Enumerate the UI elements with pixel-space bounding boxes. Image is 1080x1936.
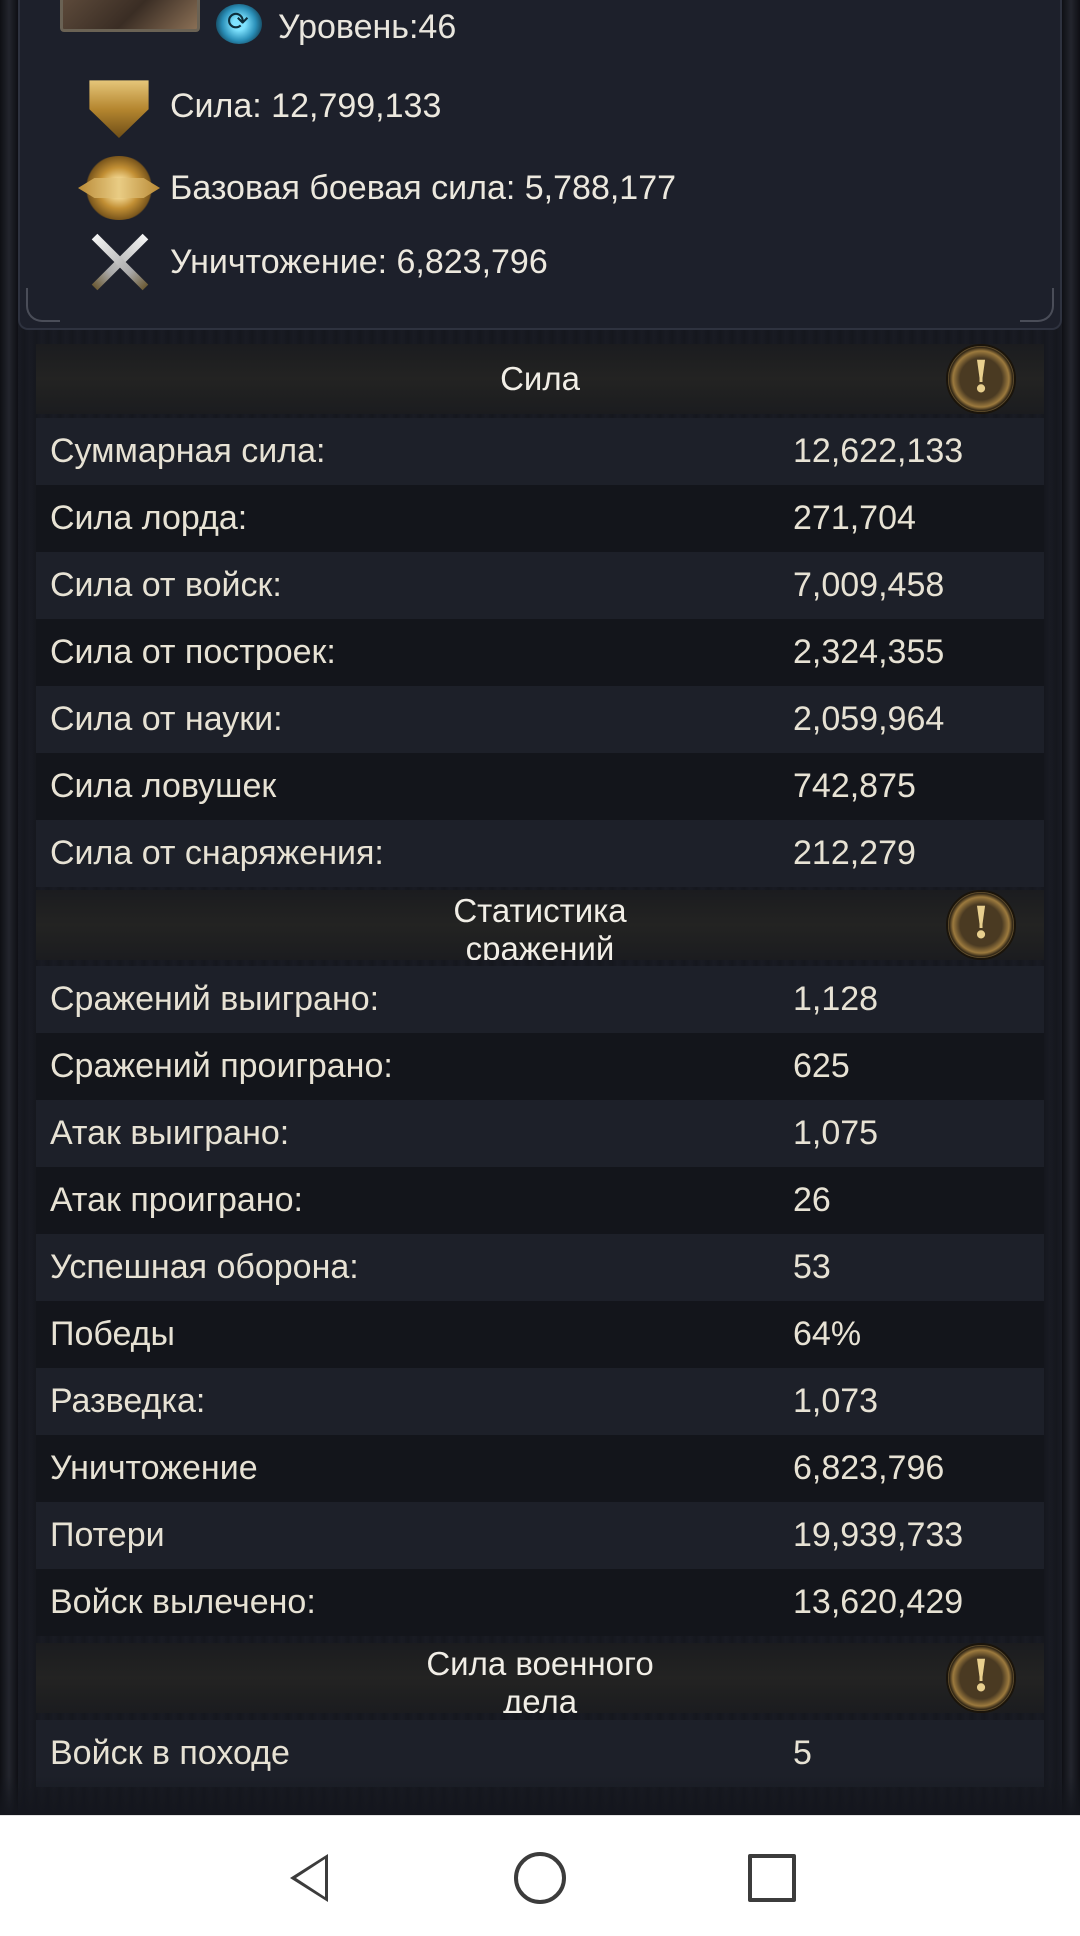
row-label: Сила от построек: [50, 633, 336, 671]
table-row: Суммарная сила: 12,622,133 [36, 418, 1044, 485]
table-row: Сила ловушек 742,875 [36, 753, 1044, 820]
base-power-text: Базовая боевая сила: 5,788,177 [170, 168, 677, 207]
table-row: Сила лорда: 271,704 [36, 485, 1044, 552]
table-row: Сражений выиграно: 1,128 [36, 966, 1044, 1033]
row-value: 19,939,733 [793, 1516, 964, 1554]
table-row: Сила от войск: 7,009,458 [36, 552, 1044, 619]
row-value: 1,073 [793, 1382, 879, 1420]
table-row: Атак проиграно: 26 [36, 1167, 1044, 1234]
section-title-battle: Статистика сражений [453, 892, 627, 960]
table-row: Сила от снаряжения: 212,279 [36, 820, 1044, 887]
row-value: 742,875 [793, 767, 916, 805]
section-title-military: Сила военного дела [426, 1645, 654, 1713]
frame-corner-right [1020, 288, 1054, 322]
refresh-icon[interactable] [216, 4, 262, 44]
destruction-text: Уничтожение: 6,823,796 [170, 242, 548, 281]
info-button-power[interactable]: ! [946, 344, 1016, 414]
row-label: Войск вылечено: [50, 1583, 316, 1621]
back-icon[interactable] [280, 1848, 340, 1908]
row-label: Разведка: [50, 1382, 206, 1420]
row-value: 2,324,355 [793, 633, 945, 671]
row-value: 625 [793, 1047, 850, 1085]
frame-left [0, 0, 18, 1815]
row-value: 1,128 [793, 980, 879, 1018]
row-label: Сражений проиграно: [50, 1047, 393, 1085]
row-value: 53 [793, 1248, 831, 1286]
power-text: Сила: 12,799,133 [170, 86, 442, 125]
section-header-battle: Статистика сражений ! [36, 890, 1044, 960]
frame-right [1062, 0, 1080, 1815]
row-value: 271,704 [793, 499, 916, 537]
recent-apps-icon[interactable] [742, 1848, 802, 1908]
exclamation-icon: ! [971, 1651, 991, 1702]
row-label: Суммарная сила: [50, 432, 326, 470]
table-row: Разведка: 1,073 [36, 1368, 1044, 1435]
table-row: Успешная оборона: 53 [36, 1234, 1044, 1301]
row-label: Победы [50, 1315, 175, 1353]
row-value: 5 [793, 1734, 812, 1772]
row-label: Сила от войск: [50, 566, 282, 604]
table-row: Сражений проиграно: 625 [36, 1033, 1044, 1100]
section-title-power: Сила [500, 360, 580, 397]
row-label: Войск в походе [50, 1734, 290, 1772]
row-label: Потери [50, 1516, 165, 1554]
avatar[interactable] [60, 0, 200, 32]
home-icon[interactable] [510, 1848, 570, 1908]
system-nav-bar [0, 1815, 1080, 1936]
profile-panel: Уровень:46 Сила: 12,799,133 Базовая боев… [18, 0, 1062, 330]
row-label: Сила лорда: [50, 499, 248, 537]
table-row: Уничтожение 6,823,796 [36, 1435, 1044, 1502]
info-button-battle[interactable]: ! [946, 890, 1016, 960]
crossed-swords-icon [82, 230, 156, 294]
row-value: 212,279 [793, 834, 916, 872]
row-value: 7,009,458 [793, 566, 945, 604]
table-row: Сила от науки: 2,059,964 [36, 686, 1044, 753]
section-header-military: Сила военного дела ! [36, 1643, 1044, 1713]
frame-corner-left [26, 288, 60, 322]
scroll-fade [0, 1776, 1080, 1816]
row-label: Успешная оборона: [50, 1248, 359, 1286]
table-row: Атак выиграно: 1,075 [36, 1100, 1044, 1167]
row-label: Сила ловушек [50, 767, 277, 805]
info-button-military[interactable]: ! [946, 1643, 1016, 1713]
section-header-power: Сила ! [36, 344, 1044, 414]
row-value: 13,620,429 [793, 1583, 964, 1621]
row-value: 6,823,796 [793, 1449, 945, 1487]
row-value: 1,075 [793, 1114, 879, 1152]
exclamation-icon: ! [971, 352, 991, 403]
table-row: Потери 19,939,733 [36, 1502, 1044, 1569]
row-label: Сила от науки: [50, 700, 283, 738]
table-row: Войск вылечено: 13,620,429 [36, 1569, 1044, 1636]
row-label: Сила от снаряжения: [50, 834, 384, 872]
table-row: Победы 64% [36, 1301, 1044, 1368]
row-label: Уничтожение [50, 1449, 258, 1487]
winged-emblem-icon [82, 156, 156, 220]
level-text: Уровень:46 [278, 8, 457, 46]
row-value: 64% [793, 1315, 862, 1353]
row-value: 26 [793, 1181, 831, 1219]
table-row: Сила от построек: 2,324,355 [36, 619, 1044, 686]
row-value: 12,622,133 [793, 432, 964, 470]
row-label: Атак проиграно: [50, 1181, 303, 1219]
row-label: Атак выиграно: [50, 1114, 290, 1152]
exclamation-icon: ! [971, 898, 991, 949]
row-label: Сражений выиграно: [50, 980, 380, 1018]
row-value: 2,059,964 [793, 700, 945, 738]
shield-emblem-icon [89, 80, 149, 138]
